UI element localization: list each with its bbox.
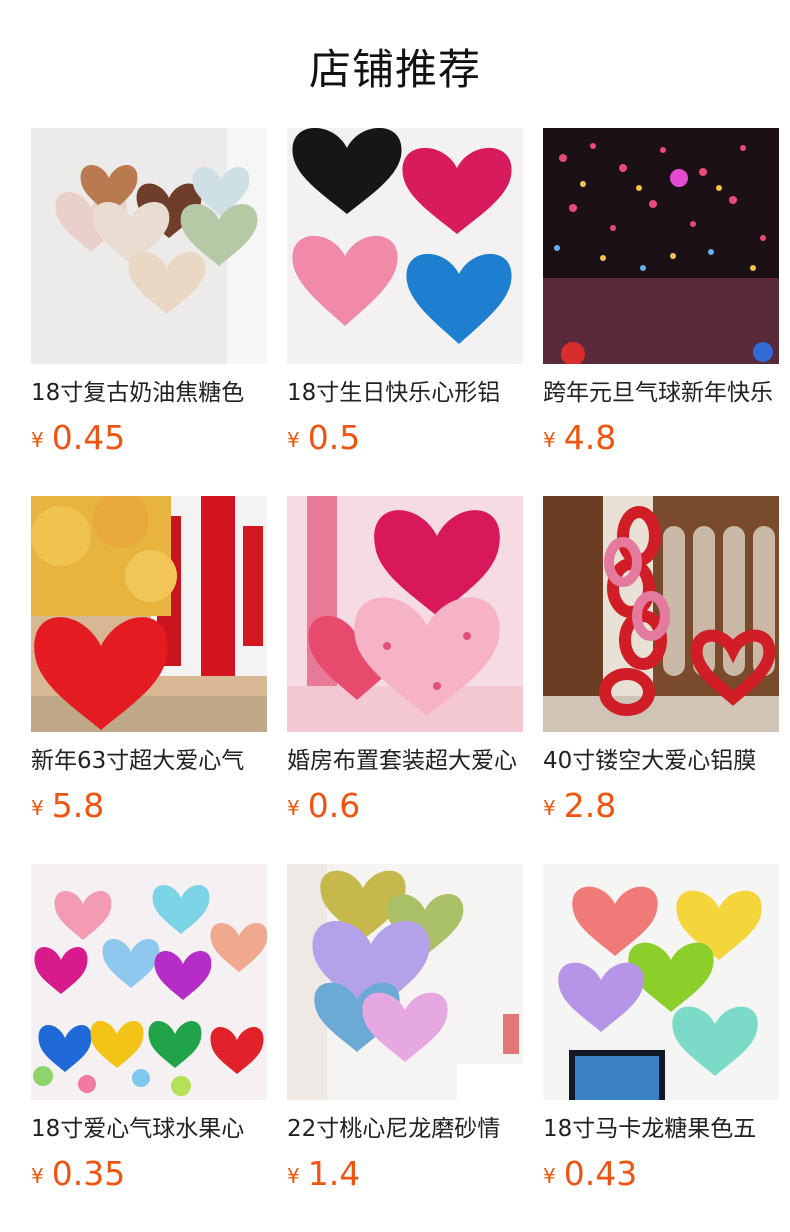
- product-name[interactable]: 婚房布置套装超大爱心: [287, 744, 523, 778]
- product-card[interactable]: 婚房布置套装超大爱心 ¥0.6: [287, 496, 523, 836]
- product-name[interactable]: 18寸爱心气球水果心: [31, 1112, 267, 1146]
- product-card[interactable]: 40寸镂空大爱心铝膜 ¥2.8: [543, 496, 779, 836]
- product-card[interactable]: 18寸生日快乐心形铝 ¥0.5: [287, 128, 523, 468]
- price-value: 4.8: [563, 418, 617, 457]
- product-name[interactable]: 22寸桃心尼龙磨砂情: [287, 1112, 523, 1146]
- product-name[interactable]: 18寸马卡龙糖果色五: [543, 1112, 779, 1146]
- product-card[interactable]: 22寸桃心尼龙磨砂情 ¥1.4: [287, 864, 523, 1204]
- caramel-heart-balloons-image[interactable]: [31, 128, 267, 364]
- product-price: ¥0.35: [31, 1154, 125, 1194]
- product-card[interactable]: 新年63寸超大爱心气 ¥5.8: [31, 496, 267, 836]
- currency-symbol: ¥: [31, 1164, 44, 1188]
- product-price: ¥0.43: [543, 1154, 637, 1194]
- product-price: ¥0.45: [31, 418, 125, 458]
- product-price: ¥0.6: [287, 786, 360, 826]
- price-value: 0.43: [563, 1154, 638, 1193]
- product-name[interactable]: 18寸复古奶油焦糖色: [31, 376, 267, 410]
- new-year-balloon-release-image[interactable]: [543, 128, 779, 364]
- product-card[interactable]: 18寸爱心气球水果心 ¥0.35: [31, 864, 267, 1204]
- currency-symbol: ¥: [287, 796, 300, 820]
- product-price: ¥5.8: [31, 786, 104, 826]
- matte-peach-heart-balloons-image[interactable]: [287, 864, 523, 1100]
- price-value: 0.6: [307, 786, 361, 825]
- hollow-heart-chain-balloon-image[interactable]: [543, 496, 779, 732]
- product-name[interactable]: 18寸生日快乐心形铝: [287, 376, 523, 410]
- product-price: ¥2.8: [543, 786, 616, 826]
- price-value: 5.8: [51, 786, 105, 825]
- price-value: 1.4: [307, 1154, 361, 1193]
- price-value: 0.45: [51, 418, 126, 457]
- currency-symbol: ¥: [31, 796, 44, 820]
- product-card[interactable]: 跨年元旦气球新年快乐 ¥4.8: [543, 128, 779, 468]
- macaron-heart-balloons-image[interactable]: [543, 864, 779, 1100]
- price-value: 2.8: [563, 786, 617, 825]
- love-heart-wedding-set-image[interactable]: [287, 496, 523, 732]
- product-name[interactable]: 新年63寸超大爱心气: [31, 744, 267, 778]
- product-card[interactable]: 18寸复古奶油焦糖色 ¥0.45: [31, 128, 267, 468]
- currency-symbol: ¥: [543, 796, 556, 820]
- product-card[interactable]: 18寸马卡龙糖果色五 ¥0.43: [543, 864, 779, 1204]
- product-price: ¥0.5: [287, 418, 360, 458]
- price-value: 0.35: [51, 1154, 126, 1193]
- currency-symbol: ¥: [543, 428, 556, 452]
- giant-red-heart-balloon-image[interactable]: [31, 496, 267, 732]
- product-price: ¥4.8: [543, 418, 616, 458]
- product-name[interactable]: 40寸镂空大爱心铝膜: [543, 744, 779, 778]
- price-value: 0.5: [307, 418, 361, 457]
- currency-symbol: ¥: [543, 1164, 556, 1188]
- currency-symbol: ¥: [287, 1164, 300, 1188]
- currency-symbol: ¥: [31, 428, 44, 452]
- product-price: ¥1.4: [287, 1154, 360, 1194]
- section-title: 店铺推荐: [308, 45, 481, 94]
- fruit-color-heart-balloons-image[interactable]: [31, 864, 267, 1100]
- currency-symbol: ¥: [287, 428, 300, 452]
- product-name[interactable]: 跨年元旦气球新年快乐: [543, 376, 779, 410]
- birthday-heart-balloons-image[interactable]: [287, 128, 523, 364]
